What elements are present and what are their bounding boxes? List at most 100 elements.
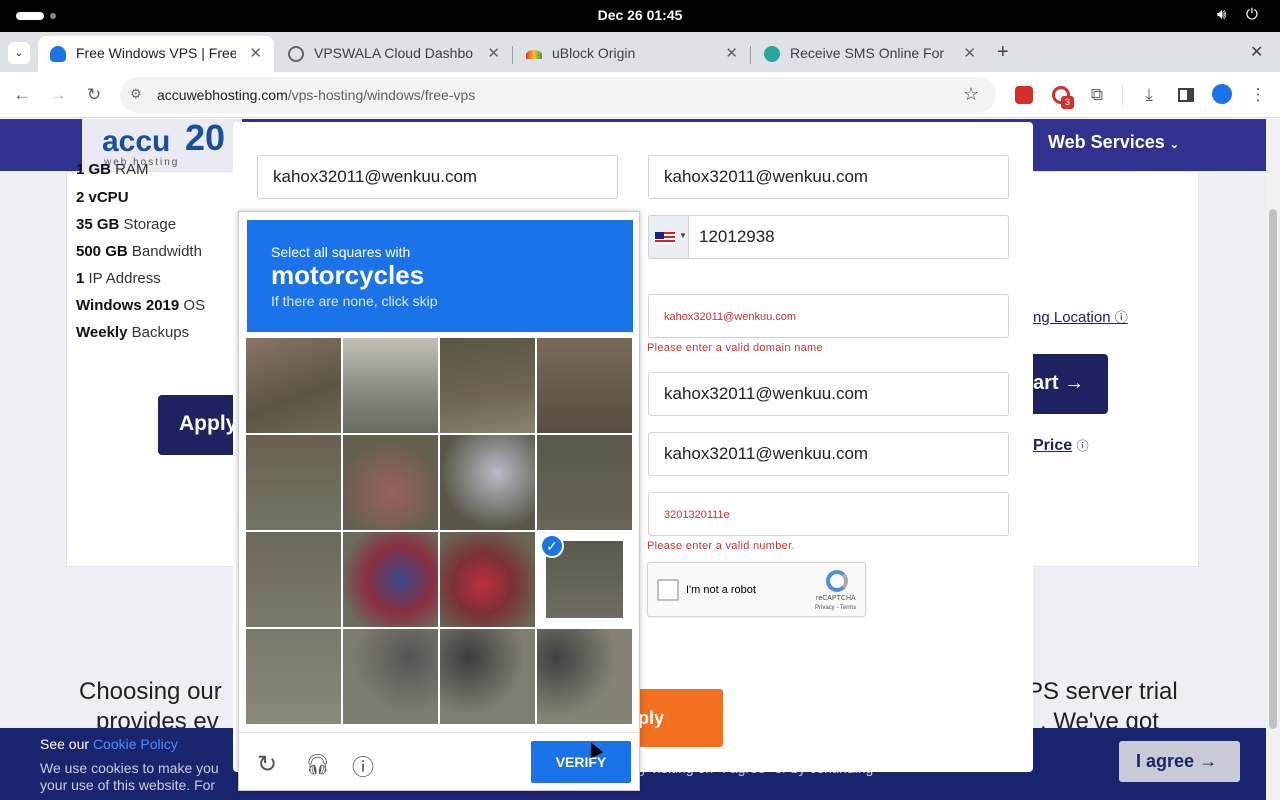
profile-avatar-icon[interactable] [1212,84,1232,104]
grid-cell-15[interactable] [440,629,535,724]
grid-cell-16[interactable] [537,629,632,724]
back-arrow-icon[interactable]: ← [9,82,35,108]
grid-cell-2[interactable] [343,338,438,433]
grid-cell-3[interactable] [440,338,535,433]
apply-button-background[interactable]: Apply [158,395,238,455]
grid-cell-1[interactable] [246,338,341,433]
tab-separator [750,46,751,64]
recaptcha-brand: reCAPTCHA [816,595,856,602]
side-panel-icon[interactable] [1178,88,1194,102]
volume-icon[interactable]: 🔊︎ [1217,6,1226,23]
grid-cell-11[interactable] [440,532,535,627]
grid-cell-9[interactable] [246,532,341,627]
recaptcha-checkbox[interactable] [657,579,679,601]
grid-cell-10[interactable] [343,532,438,627]
tab-receive-sms[interactable]: Receive SMS Online For ✕ [752,36,988,72]
challenge-hint: If there are none, click skip [271,293,438,309]
email-field-left[interactable]: kahox32011@wenkuu.com [257,155,618,199]
number-error-message: Please enter a valid number. [647,540,795,552]
tab-search-button[interactable]: ⌄ [8,42,30,64]
logo-word: accu [102,125,171,158]
system-clock[interactable]: Dec 26 01:45 [0,7,1280,23]
tab-title: Receive SMS Online For [790,45,945,61]
tab-title: Free Windows VPS | Free [76,45,236,61]
add-to-cart-button[interactable]: art → [1033,354,1108,414]
spec-storage: 35 GB Storage [76,216,177,233]
recaptcha-challenge-popup: Select all squares with motorcycles If t… [238,211,640,791]
forward-arrow-icon[interactable]: → [45,82,71,108]
grid-cell-4[interactable] [537,338,632,433]
number-field[interactable]: 3201320111e [648,492,1009,536]
globe-favicon-icon [288,46,304,62]
email-field-right[interactable]: kahox32011@wenkuu.com [648,155,1009,199]
recaptcha-widget: I'm not a robot reCAPTCHA Privacy - Term… [647,562,866,617]
power-icon[interactable]: ⏻ [1246,6,1258,23]
extensions-puzzle-icon[interactable]: ⧉ [1084,82,1110,108]
challenge-info-icon[interactable]: ⓘ [352,750,374,782]
scrollbar-thumb[interactable] [1269,209,1277,729]
grid-cell-14[interactable] [343,629,438,724]
sms-favicon-icon [764,46,780,62]
arrow-right-icon: → [1064,372,1085,394]
tab-free-windows-vps[interactable]: Free Windows VPS | Free ✕ [38,36,274,72]
cookie-see-our: See our Cookie Policy [40,736,178,752]
arrow-right-icon: → [1199,751,1218,771]
phone-field[interactable]: 12012938 [648,215,1009,259]
reload-icon[interactable]: ↻ [81,82,107,108]
cookie-text-line1: We use cookies to make you [40,760,219,776]
reload-challenge-icon[interactable]: ↻ [257,750,277,779]
logo-20-mark: 20 [185,119,226,158]
challenge-image-grid: ✓ [246,338,634,726]
spec-ip: 1 IP Address [76,270,161,287]
close-tab-icon[interactable]: ✕ [487,44,500,62]
url-text[interactable]: accuwebhosting.com/vps-hosting/windows/f… [157,87,475,103]
site-info-icon[interactable]: ⚙ [130,86,142,102]
tab-ublock-origin[interactable]: uBlock Origin ✕ [514,36,750,72]
spec-os: Windows 2019 OS [76,297,206,314]
browser-toolbar: ← → ↻ ⚙ accuwebhosting.com/vps-hosting/w… [0,72,1280,118]
close-tab-icon[interactable]: ✕ [249,44,262,62]
grid-cell-7[interactable] [440,435,535,530]
spec-bandwidth: 500 GB Bandwidth [76,243,202,260]
recaptcha-logo-icon [826,570,848,592]
apply-submit-button[interactable]: ply [638,689,723,747]
spec-vcpu: 2 vCPU [76,189,129,206]
bookmark-star-icon[interactable]: ☆ [963,84,979,105]
location-link[interactable]: ng Location ⓘ [1033,307,1128,326]
extension-red-icon[interactable] [1015,86,1033,104]
toolbar-divider [1122,85,1123,105]
grid-cell-8[interactable] [537,435,632,530]
cookie-text-line2: your use of this website. For [40,777,216,793]
tab-title: uBlock Origin [552,45,636,61]
tab-vpswala[interactable]: VPSWALA Cloud Dashbo ✕ [276,36,512,72]
grid-cell-5[interactable] [246,435,341,530]
cookie-policy-link[interactable]: Cookie Policy [93,736,178,752]
cloud-favicon-icon [50,46,66,62]
new-tab-plus-icon[interactable]: + [997,41,1009,64]
close-tab-icon[interactable]: ✕ [963,44,976,62]
recaptcha-terms-link[interactable]: Privacy - Terms [815,605,856,611]
nav-web-services[interactable]: Web Services ⌄ [1048,132,1179,153]
verify-button[interactable]: VERIFY [531,741,631,783]
download-icon[interactable]: ⤓ [1136,82,1162,108]
country-code-selector[interactable]: ▼ [648,215,689,259]
email-field-5[interactable]: kahox32011@wenkuu.com [648,372,1009,416]
cookie-agree-button[interactable]: I agree → [1119,741,1240,782]
browser-menu-icon[interactable]: ⋮ [1245,82,1271,108]
grid-cell-13[interactable] [246,629,341,724]
price-link[interactable]: Price ⓘ [1033,437,1089,455]
tab-separator [512,46,513,64]
challenge-instruction: Select all squares with [271,244,411,260]
page-scrollbar[interactable] [1266,119,1280,800]
grid-cell-6[interactable] [343,435,438,530]
close-window-icon[interactable]: ✕ [1250,42,1263,62]
close-tab-icon[interactable]: ✕ [725,44,738,62]
challenge-header: Select all squares with motorcycles If t… [247,220,633,332]
tab-title: VPSWALA Cloud Dashbo [314,45,474,61]
email-field-6[interactable]: kahox32011@wenkuu.com [648,432,1009,476]
audio-challenge-headphones-icon[interactable]: 🎧︎ [305,752,330,777]
domain-field[interactable]: kahox32011@wenkuu.com [648,294,1009,338]
tab-strip: ⌄ Free Windows VPS | Free ✕ VPSWALA Clou… [0,32,1280,72]
address-bar[interactable]: ⚙ accuwebhosting.com/vps-hosting/windows… [120,77,996,113]
chevron-down-icon: ⌄ [1169,139,1179,151]
